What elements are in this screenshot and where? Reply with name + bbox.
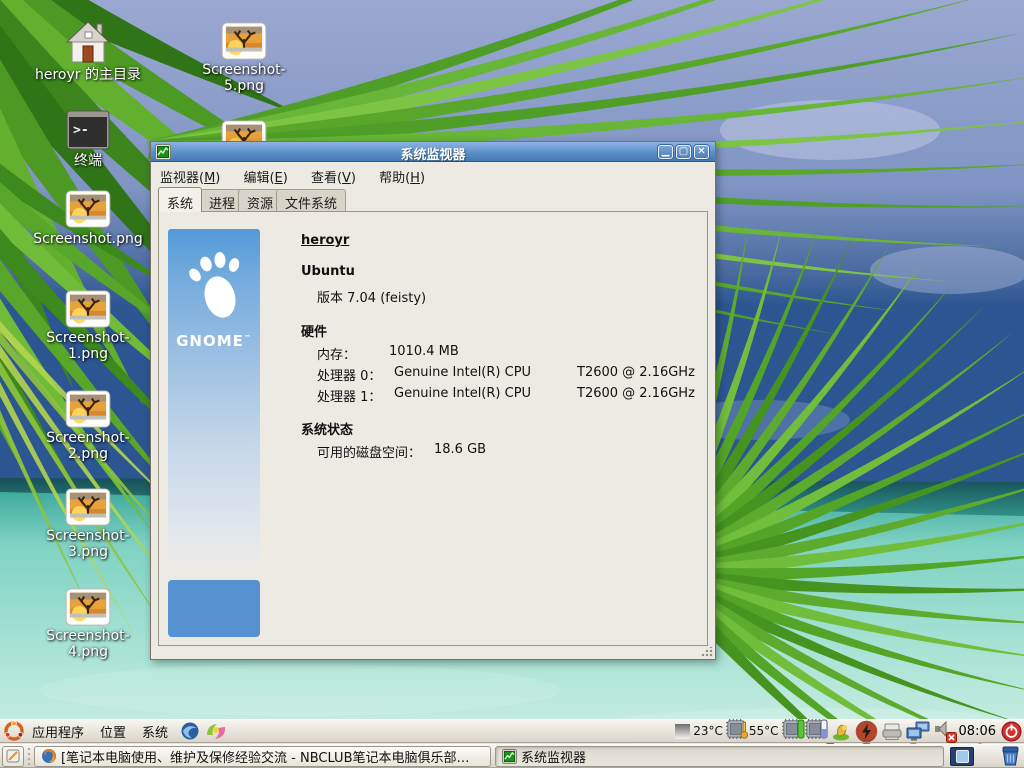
release-version: 版本 7.04 (feisty) [317,287,426,306]
quit-button-icon[interactable] [1001,721,1022,742]
icon-label: Screenshot-2.png [28,430,148,462]
image-file-icon [221,22,267,60]
system-tray: 23°C 55°C [675,719,1024,743]
show-desktop-button[interactable] [2,746,24,767]
system-monitor-icon [502,749,517,764]
network-icon[interactable] [906,720,931,742]
image-file-icon [65,488,111,526]
web-browser-launcher-icon[interactable] [180,721,200,741]
resize-grip[interactable] [701,647,713,657]
desktop-icon-screenshot-3[interactable]: Screenshot-3.png [28,488,148,560]
gnome-sidebar: GNOME™ [168,229,260,570]
tab-filesystems[interactable]: 文件系统 [276,189,346,212]
maximize-button[interactable]: ▢ [676,145,691,159]
frequency-applet-icon[interactable] [675,724,690,739]
cpu-thermometer-icon[interactable] [726,719,746,743]
hostname: heroyr [301,233,349,248]
icon-label: Screenshot-5.png [184,62,304,94]
task-label: [笔记本电脑使用、维护及保修经验交流 - NBCLUB笔记本电脑俱乐部… [61,747,470,766]
menu-help[interactable]: 帮助(H) [370,163,434,188]
window-title: 系统监视器 [151,144,715,163]
notification-icon[interactable] [832,721,852,741]
desktop-icon-screenshot-5[interactable]: Screenshot-5.png [184,22,304,94]
volume-muted-icon[interactable] [934,719,954,743]
show-desktop-icon [6,749,20,763]
task-button-firefox[interactable]: [笔记本电脑使用、维护及保修经验交流 - NBCLUB笔记本电脑俱乐部… [34,746,491,767]
trash-icon[interactable] [1000,746,1021,766]
cpu-temp[interactable]: 55°C [749,724,779,738]
desktop-icon-screenshot-2[interactable]: Screenshot-2.png [28,390,148,462]
home-icon [65,20,111,64]
svg-text:>-: >- [73,123,89,138]
gnome-foot-icon [168,237,260,337]
image-file-icon [65,290,111,328]
icon-label: Screenshot-4.png [28,628,148,660]
power-manager-icon[interactable] [855,720,878,743]
cpu0-value: Genuine Intel(R) CPU [394,365,531,380]
tab-system[interactable]: 系统 [158,187,202,212]
memory-value: 1010.4 MB [389,344,459,359]
desktop-icon-screenshot-4[interactable]: Screenshot-4.png [28,588,148,660]
hardware-heading: 硬件 [301,321,327,340]
workspace-switcher[interactable] [950,747,974,766]
icon-label: 终端 [74,153,102,169]
desktop-icon-home[interactable]: heroyr 的主目录 [28,20,148,83]
system-status-heading: 系统状态 [301,419,353,438]
system-tab-page: GNOME™ heroyr Ubuntu 版本 7.04 (feisty) 硬件… [158,211,708,646]
printer-icon[interactable] [881,721,903,741]
clock[interactable]: 08:06 [957,724,998,739]
gnome-panel: 应用程序 位置 系统 23°C [0,719,1024,743]
active-workspace[interactable] [956,750,969,763]
task-label: 系统监视器 [521,747,586,766]
memory-label: 内存： [317,344,356,363]
close-button[interactable]: ✕ [694,145,709,159]
minimize-button[interactable]: ▁ [658,145,673,159]
image-file-icon [65,190,111,228]
system-monitor-window: 系统监视器 ▁ ▢ ✕ 监视器(M) 编辑(E) 查看(V) 帮助(H) 系统 … [150,141,716,660]
desktop-icon-terminal[interactable]: >- 终端 [28,110,148,169]
icon-label: Screenshot-1.png [28,330,148,362]
statusbar [151,645,715,659]
titlebar[interactable]: 系统监视器 ▁ ▢ ✕ [151,142,715,162]
firefox-icon [41,748,57,764]
cpu1-model: T2600 @ 2.16GHz [577,386,695,401]
board-temp[interactable]: 23°C [693,724,723,738]
tabstrip: 系统 进程 资源 文件系统 [158,187,708,212]
ubuntu-logo-icon[interactable] [4,721,24,741]
terminal-icon: >- [66,110,110,150]
launcher-icon[interactable] [205,721,227,741]
cpu-usage-icon[interactable] [782,719,802,743]
gnome-wordmark: GNOME™ [168,332,260,350]
icon-label: Screenshot-3.png [28,528,148,560]
menu-view[interactable]: 查看(V) [302,163,365,188]
sidebar-footer-block [168,580,260,637]
icon-label: Screenshot.png [33,231,142,247]
desktop-icon-screenshot-1[interactable]: Screenshot-1.png [28,290,148,362]
desktop-icon-screenshot[interactable]: Screenshot.png [28,190,148,247]
distro-name: Ubuntu [301,264,355,279]
image-file-icon [65,390,111,428]
menu-places[interactable]: 位置 [92,720,134,743]
menu-monitor[interactable]: 监视器(M) [151,163,229,188]
cpu1-value: Genuine Intel(R) CPU [394,386,531,401]
memory-usage-icon[interactable] [805,719,825,743]
menu-system[interactable]: 系统 [134,720,176,743]
cpu1-label: 处理器 1： [317,386,381,405]
image-file-icon [65,588,111,626]
disk-label: 可用的磁盘空间： [317,442,421,461]
desktop: heroyr 的主目录 Screenshot-5.png >- 终端 Scree… [0,0,1024,768]
menubar: 监视器(M) 编辑(E) 查看(V) 帮助(H) [151,163,715,188]
menu-applications[interactable]: 应用程序 [24,720,92,743]
panel-handle[interactable] [26,746,32,767]
cpu0-model: T2600 @ 2.16GHz [577,365,695,380]
icon-label: heroyr 的主目录 [35,67,141,83]
cpu0-label: 处理器 0： [317,365,381,384]
disk-value: 18.6 GB [434,442,486,457]
task-button-system-monitor[interactable]: 系统监视器 [495,746,944,767]
menu-edit[interactable]: 编辑(E) [234,163,296,188]
taskbar-panel: [笔记本电脑使用、维护及保修经验交流 - NBCLUB笔记本电脑俱乐部… 系统监… [0,744,1024,768]
